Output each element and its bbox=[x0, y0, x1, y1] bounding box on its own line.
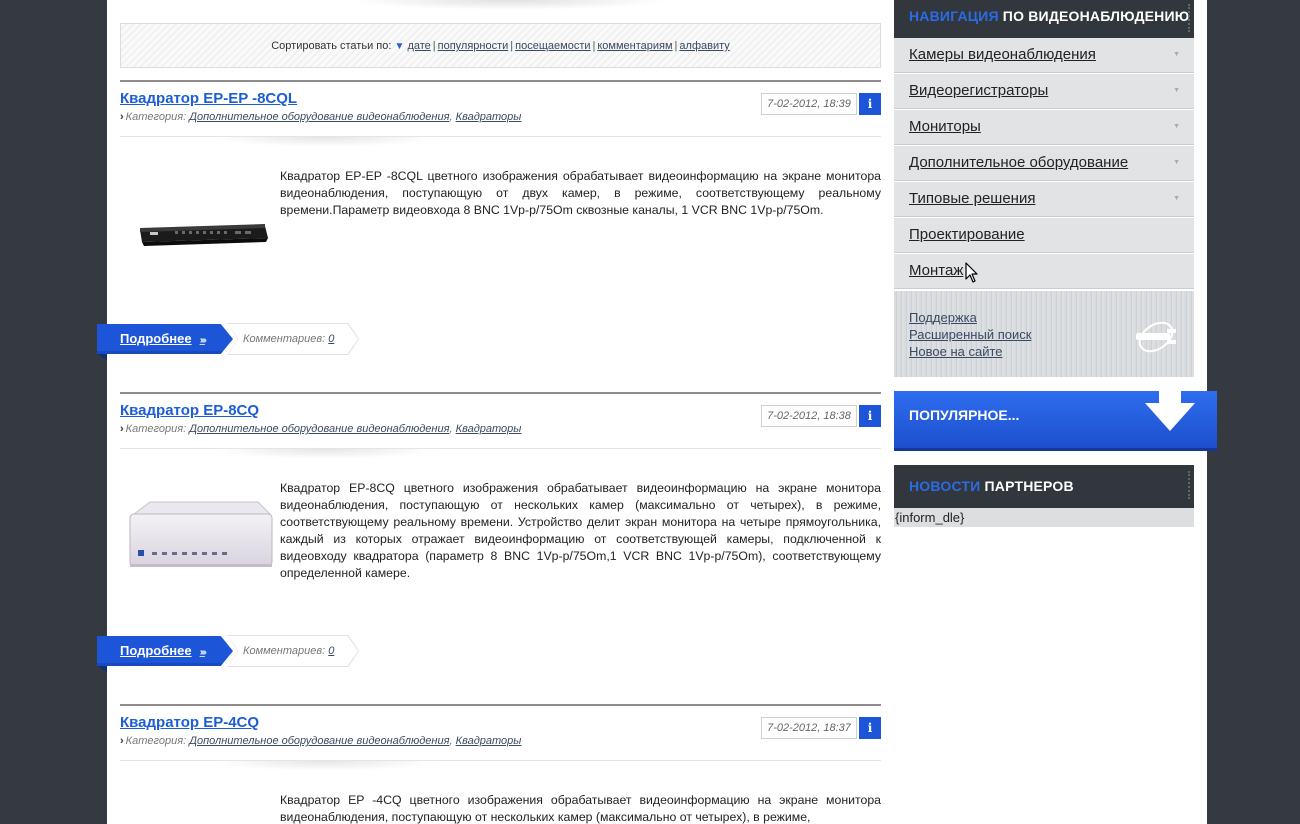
nav-title-highlight: НАВИГАЦИЯ bbox=[909, 8, 999, 24]
comments-count-link[interactable]: 0 bbox=[328, 333, 334, 345]
article-categories: › Категория: Дополнительное оборудование … bbox=[120, 111, 522, 123]
article-top-border bbox=[120, 392, 881, 394]
dots-decoration bbox=[1188, 4, 1190, 32]
nav-header: НАВИГАЦИЯ ПО ВИДЕОНАБЛЮДЕНИЮ bbox=[894, 0, 1194, 38]
article-title-link[interactable]: Квадратор EP-EP -8CQL bbox=[120, 90, 297, 107]
page: Сортировать статьи по: ▼ дате | популярнос… bbox=[97, 0, 1217, 824]
popular-title: ПОПУЛЯРНОЕ... bbox=[909, 407, 1020, 423]
article-date: 7-02-2012, 18:38 bbox=[761, 405, 857, 427]
sort-by-visits[interactable]: посещаемости bbox=[515, 40, 590, 52]
article: Квадратор EP-EP -8CQL › Категория: Дополн… bbox=[97, 80, 881, 392]
partners-title-highlight: НОВОСТИ bbox=[909, 478, 981, 494]
sidebar-links: Поддержка Расширенный поиск Новое на сай… bbox=[894, 291, 1194, 377]
comments-count-link[interactable]: 0 bbox=[328, 645, 334, 657]
triangle-down-icon: ▼ bbox=[1173, 51, 1180, 58]
article-top-border bbox=[120, 704, 881, 706]
category-link[interactable]: Дополнительное оборудование видеонаблюде… bbox=[189, 423, 449, 435]
product-image bbox=[140, 224, 268, 246]
dots-decoration bbox=[1188, 471, 1190, 499]
tool-icon bbox=[1136, 321, 1176, 353]
triangle-down-icon: ▼ bbox=[1173, 159, 1180, 166]
nav-item-label: Дополнительное оборудование bbox=[909, 154, 1129, 171]
chevron-right-icon: › bbox=[120, 423, 124, 435]
chevron-down-icon: ▼ bbox=[394, 41, 405, 52]
article-top-border bbox=[120, 80, 881, 82]
product-image bbox=[129, 501, 273, 567]
comments-label: Комментариев: bbox=[243, 333, 326, 345]
article: Квадратор EP-4CQ › Категория: Дополнитель… bbox=[120, 704, 881, 824]
article-title-link[interactable]: Квадратор EP-4CQ bbox=[120, 714, 259, 731]
sort-bar: Сортировать статьи по: ▼ дате | популярнос… bbox=[120, 23, 881, 68]
partners-title-rest: ПАРТНЕРОВ bbox=[980, 478, 1074, 494]
nav-item-label: Проектирование bbox=[909, 226, 1025, 243]
nav-item-label: Мониторы bbox=[909, 118, 981, 135]
divider-shadow bbox=[210, 449, 440, 459]
chevron-right-icon: › bbox=[120, 111, 124, 123]
category-link[interactable]: Дополнительное оборудование видеонаблюде… bbox=[189, 735, 449, 747]
divider-shadow bbox=[210, 761, 440, 771]
category-link[interactable]: Квадраторы bbox=[456, 111, 522, 123]
arrow-down-icon bbox=[1145, 389, 1195, 431]
read-more-button[interactable]: Подробнее ›››› bbox=[97, 324, 233, 354]
nav-item-monitors[interactable]: Мониторы ▼ bbox=[894, 110, 1194, 145]
comments-label: Комментариев: bbox=[243, 645, 326, 657]
top-shadow bbox=[350, 0, 670, 10]
category-link[interactable]: Квадраторы bbox=[456, 735, 522, 747]
cursor-icon bbox=[965, 262, 978, 283]
sort-by-popularity[interactable]: популярности bbox=[438, 40, 509, 52]
partners-content: {inform_dle} bbox=[894, 508, 1194, 527]
category-label: Категория: bbox=[125, 111, 187, 123]
info-icon[interactable]: i bbox=[859, 93, 881, 115]
sort-by-comments[interactable]: комментариям bbox=[597, 40, 672, 52]
triangle-down-icon: ▼ bbox=[1173, 195, 1180, 202]
nav-item-label: Монтаж bbox=[909, 262, 964, 279]
nav-item-installation[interactable]: Монтаж bbox=[894, 254, 1194, 289]
article: Квадратор EP-8CQ › Категория: Дополнитель… bbox=[97, 392, 881, 704]
article-date: 7-02-2012, 18:37 bbox=[761, 717, 857, 739]
category-label: Категория: bbox=[125, 735, 187, 747]
chevrons-right-icon: ›››› bbox=[199, 335, 207, 346]
category-link[interactable]: Дополнительное оборудование видеонаблюде… bbox=[189, 111, 449, 123]
nav-item-label: Камеры видеонаблюдения bbox=[909, 46, 1096, 63]
article-categories: › Категория: Дополнительное оборудование … bbox=[120, 735, 522, 747]
partners-header: НОВОСТИ ПАРТНЕРОВ bbox=[894, 465, 1194, 508]
chevron-right-icon: › bbox=[120, 735, 124, 747]
ribbon-fold bbox=[97, 354, 107, 360]
main-content: Сортировать статьи по: ▼ дате | популярнос… bbox=[97, 0, 881, 824]
comments-badge: Комментариев: 0 bbox=[228, 324, 358, 354]
chevrons-right-icon: ›››› bbox=[199, 647, 207, 658]
popular-header[interactable]: ПОПУЛЯРНОЕ... bbox=[894, 389, 1217, 451]
read-more-label: Подробнее bbox=[120, 643, 192, 658]
category-label: Категория: bbox=[125, 423, 187, 435]
nav-item-label: Видеорегистраторы bbox=[909, 82, 1049, 99]
article-date: 7-02-2012, 18:39 bbox=[761, 93, 857, 115]
nav-item-solutions[interactable]: Типовые решения ▼ bbox=[894, 182, 1194, 217]
read-more-label: Подробнее bbox=[120, 331, 192, 346]
comments-badge: Комментариев: 0 bbox=[228, 636, 358, 666]
sort-by-date[interactable]: дате bbox=[407, 40, 430, 52]
article-text: Квадратор EP-EP -8CQL цветного изображен… bbox=[280, 169, 881, 217]
nav-item-design[interactable]: Проектирование bbox=[894, 218, 1194, 253]
article-text: Квадратор EP -4CQ цветного изображения о… bbox=[280, 793, 881, 824]
article-title-link[interactable]: Квадратор EP-8CQ bbox=[120, 402, 259, 419]
sort-by-alphabet[interactable]: алфавиту bbox=[679, 40, 729, 52]
article-categories: › Категория: Дополнительное оборудование … bbox=[120, 423, 522, 435]
info-icon[interactable]: i bbox=[859, 717, 881, 739]
nav-item-cameras[interactable]: Камеры видеонаблюдения ▼ bbox=[894, 38, 1194, 73]
read-more-button[interactable]: Подробнее ›››› bbox=[97, 636, 233, 666]
nav-item-label: Типовые решения bbox=[909, 190, 1036, 207]
info-icon[interactable]: i bbox=[859, 405, 881, 427]
sort-label: Сортировать статьи по: bbox=[271, 40, 392, 52]
divider-shadow bbox=[210, 137, 440, 147]
triangle-down-icon: ▼ bbox=[1173, 123, 1180, 130]
nav-title-rest: ПО ВИДЕОНАБЛЮДЕНИЮ bbox=[998, 8, 1190, 24]
article-text: Квадратор EP-8CQ цветного изображения об… bbox=[280, 481, 881, 580]
category-link[interactable]: Квадраторы bbox=[456, 423, 522, 435]
nav-item-extra-equipment[interactable]: Дополнительное оборудование ▼ bbox=[894, 146, 1194, 181]
triangle-down-icon: ▼ bbox=[1173, 87, 1180, 94]
nav-item-recorders[interactable]: Видеорегистраторы ▼ bbox=[894, 74, 1194, 109]
ribbon-fold bbox=[97, 666, 107, 672]
